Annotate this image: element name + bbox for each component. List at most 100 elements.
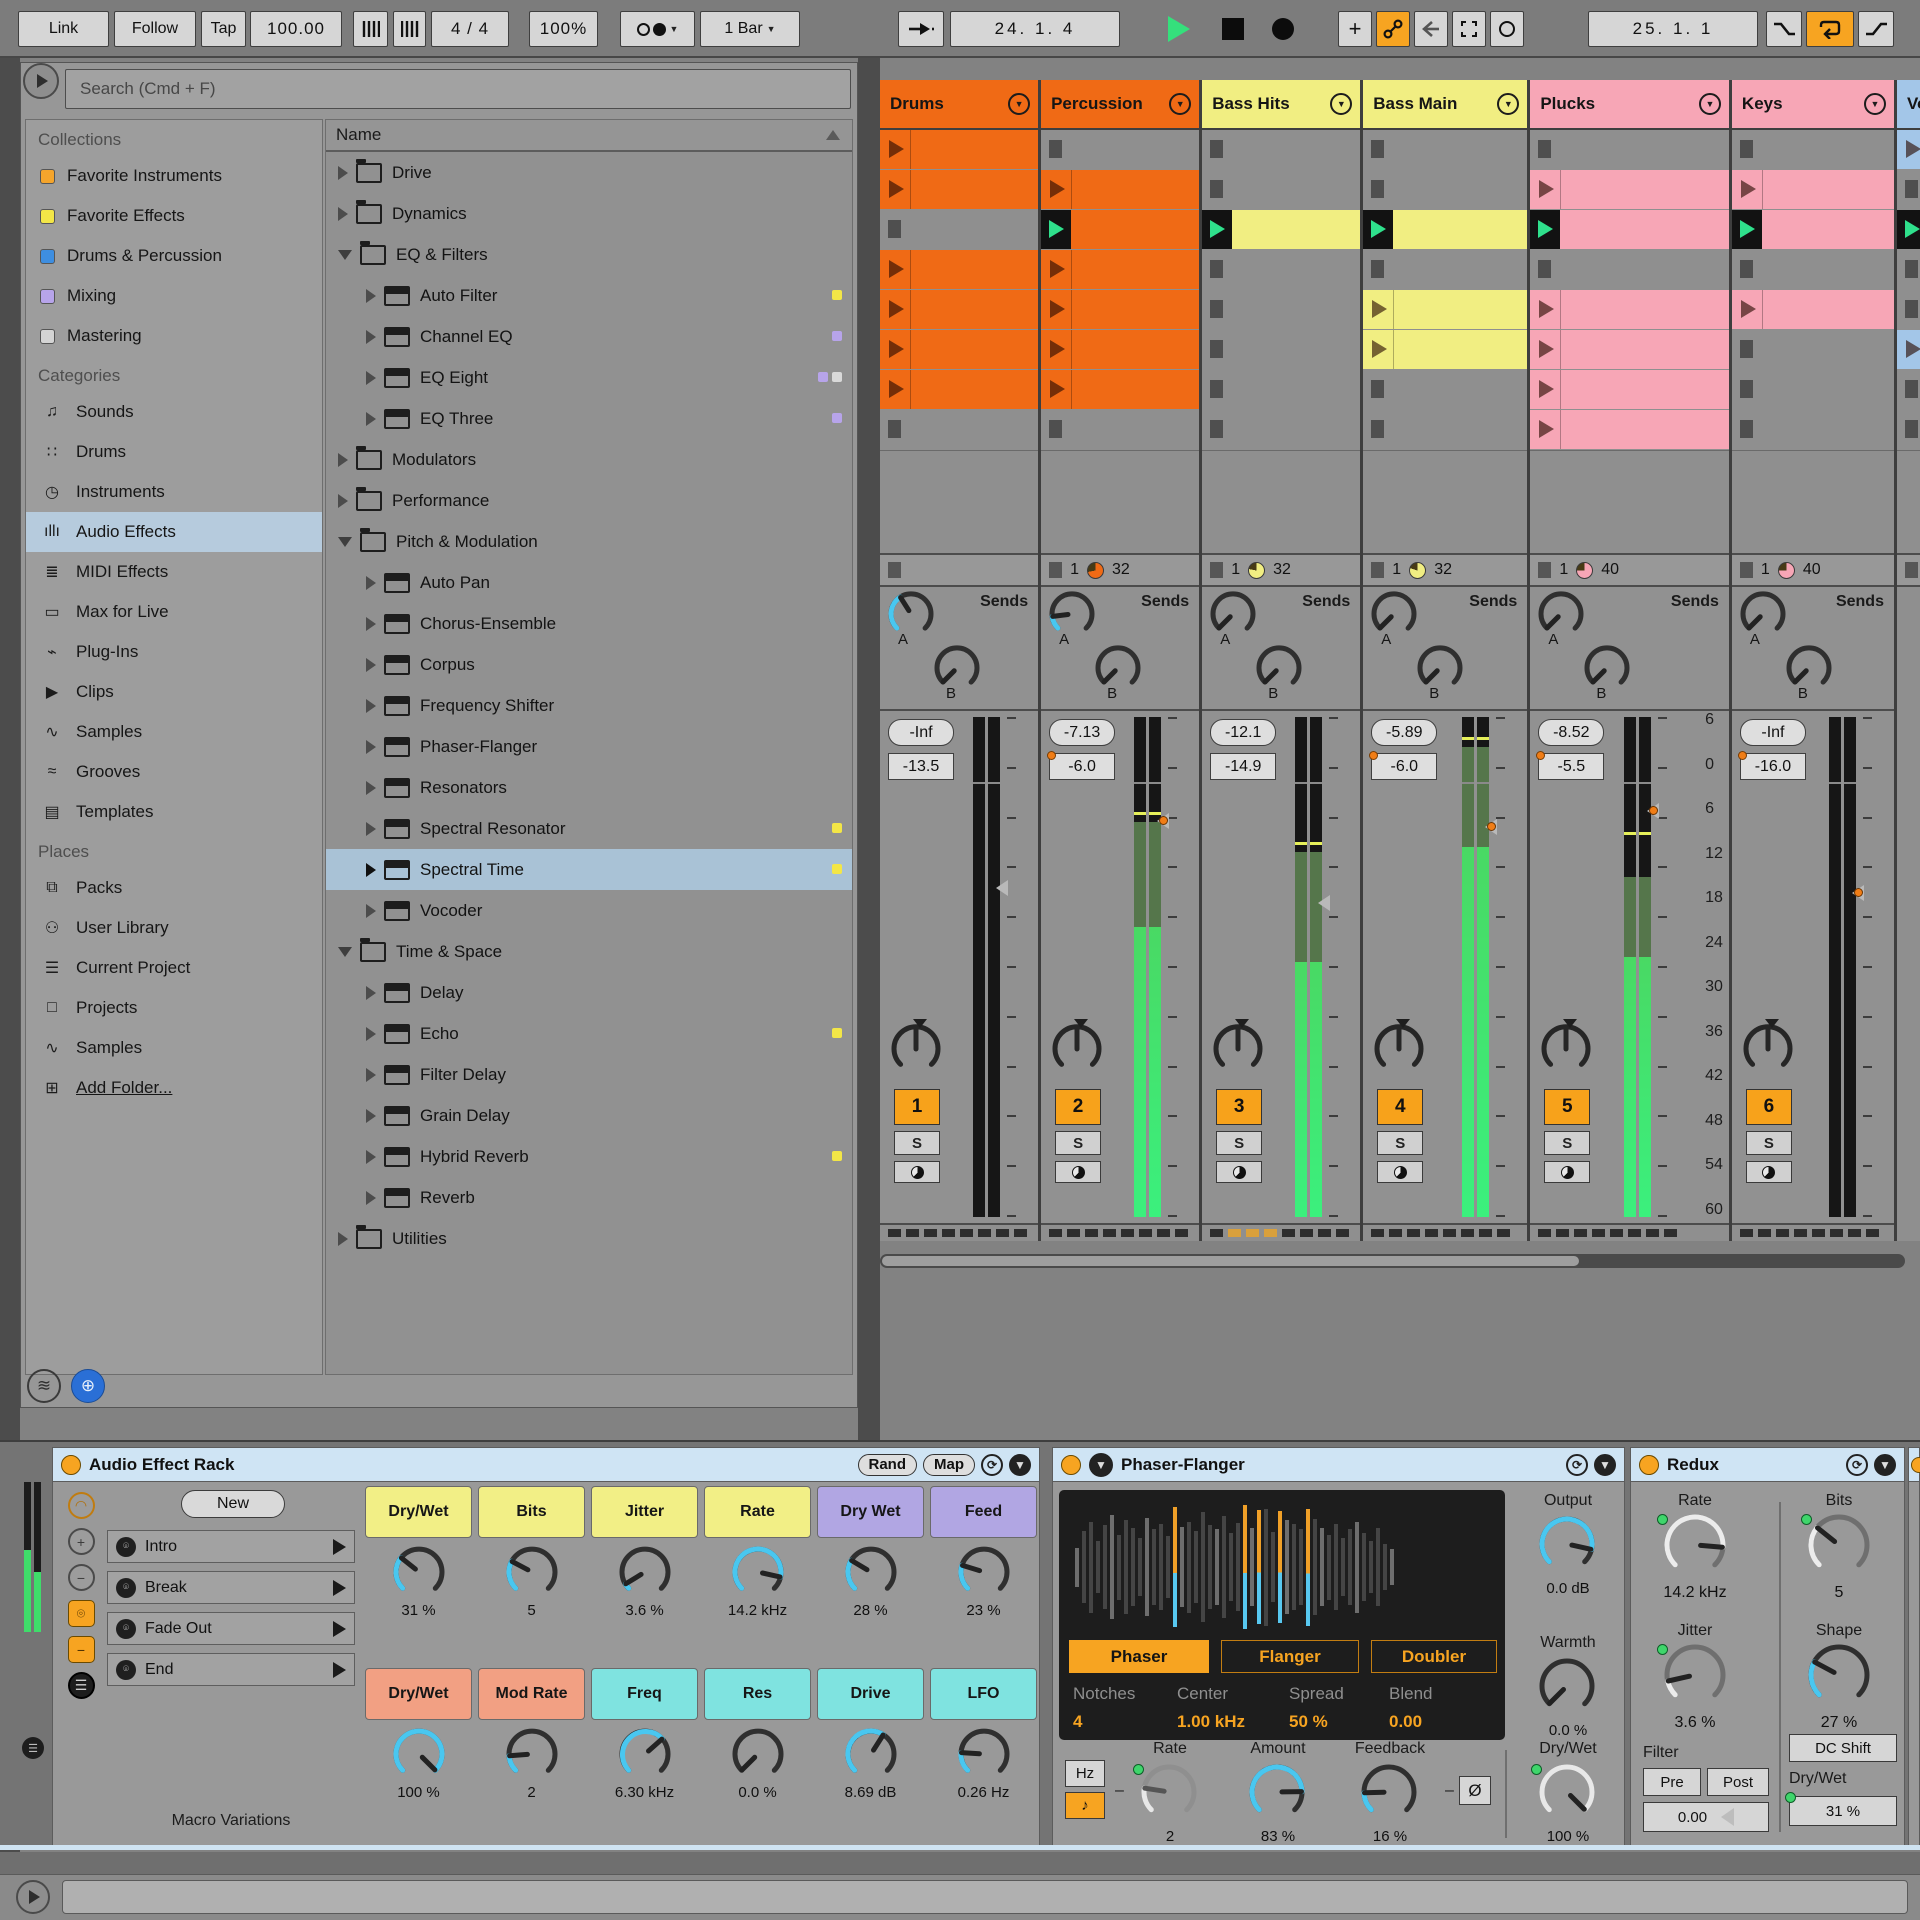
sidebar-item-mastering[interactable]: Mastering xyxy=(26,316,322,356)
expand-arrow-icon[interactable] xyxy=(366,986,376,1000)
track-record-button[interactable] xyxy=(1216,1161,1262,1183)
clip-slot[interactable] xyxy=(880,290,1038,329)
chain-launch-icon[interactable] xyxy=(333,1621,346,1637)
shape-knob[interactable] xyxy=(1806,1642,1872,1713)
clip-stop-icon[interactable] xyxy=(1049,420,1062,438)
sidebar-item-instruments[interactable]: ◷Instruments xyxy=(26,472,322,512)
sidebar-item-samples[interactable]: ∿Samples xyxy=(26,712,322,752)
scrollbar-thumb[interactable] xyxy=(882,1256,1579,1266)
expand-arrow-icon[interactable] xyxy=(338,494,348,508)
macro-knob[interactable] xyxy=(930,1726,1037,1782)
expand-arrow-icon[interactable] xyxy=(366,1068,376,1082)
clip-slot[interactable] xyxy=(1363,370,1527,409)
hot-swap-icon[interactable]: ⟳ xyxy=(1566,1454,1588,1476)
dry-wet-knob[interactable] xyxy=(1537,1762,1597,1827)
time-signature-field[interactable]: 4 / 4 xyxy=(431,11,509,47)
tree-item-channel-eq[interactable]: Channel EQ xyxy=(326,316,852,357)
status-preview-button[interactable] xyxy=(16,1880,50,1914)
macro-knob[interactable] xyxy=(704,1726,811,1782)
loop-start-field[interactable]: 25. 1. 1 xyxy=(1588,11,1758,47)
sidebar-item-add-folder-[interactable]: ⊞Add Folder... xyxy=(26,1068,322,1108)
clip-slot[interactable] xyxy=(1202,290,1360,329)
nudge-down-button[interactable] xyxy=(353,11,388,47)
clip-slot[interactable] xyxy=(1041,290,1199,329)
feedback-knob[interactable] xyxy=(1359,1762,1419,1827)
tree-item-performance[interactable]: Performance xyxy=(326,480,852,521)
macro-knob[interactable] xyxy=(591,1544,698,1600)
macro-knob[interactable] xyxy=(817,1544,924,1600)
clip-play-icon[interactable] xyxy=(1050,260,1065,278)
clip-slot[interactable] xyxy=(880,210,1038,249)
clip-slot[interactable] xyxy=(1897,130,1920,169)
clip-play-icon[interactable] xyxy=(889,260,904,278)
stop-all-clips-icon[interactable] xyxy=(1049,562,1062,578)
solo-button[interactable]: S xyxy=(1544,1131,1590,1155)
expand-arrow-icon[interactable] xyxy=(366,781,376,795)
sidebar-item-max-for-live[interactable]: ▭Max for Live xyxy=(26,592,322,632)
automation-arm-button[interactable] xyxy=(1490,11,1524,47)
clip-play-icon[interactable] xyxy=(889,140,904,158)
clip-slot[interactable] xyxy=(1202,170,1360,209)
fader-handle[interactable] xyxy=(1310,895,1330,911)
clip-slot[interactable] xyxy=(1732,290,1894,329)
clip-playing-icon[interactable] xyxy=(1371,220,1386,238)
tap-tempo-button[interactable]: Tap xyxy=(201,11,246,47)
stop-all-clips-icon[interactable] xyxy=(1371,562,1384,578)
fader-handle[interactable] xyxy=(1639,803,1659,819)
chain-list-icon[interactable]: ☰ xyxy=(68,1672,95,1699)
variation-minus-icon[interactable]: − xyxy=(68,1636,95,1663)
clip-play-icon[interactable] xyxy=(1372,300,1387,318)
follow-button[interactable]: Follow xyxy=(114,11,196,47)
track-record-button[interactable] xyxy=(894,1161,940,1183)
clip-slot[interactable] xyxy=(1732,330,1894,369)
clip-slot[interactable] xyxy=(1732,210,1894,249)
tree-item-eq-filters[interactable]: EQ & Filters xyxy=(326,234,852,275)
clip-play-icon[interactable] xyxy=(1050,300,1065,318)
expand-arrow-icon[interactable] xyxy=(366,740,376,754)
pan-knob[interactable] xyxy=(1212,1023,1264,1080)
session-horizontal-scrollbar[interactable] xyxy=(880,1254,1905,1268)
sidebar-item-midi-effects[interactable]: ≣MIDI Effects xyxy=(26,552,322,592)
sidebar-item-mixing[interactable]: Mixing xyxy=(26,276,322,316)
solo-button[interactable]: S xyxy=(894,1131,940,1155)
clip-play-icon[interactable] xyxy=(889,340,904,358)
clip-slot[interactable] xyxy=(1897,330,1920,369)
send-b-knob[interactable] xyxy=(1415,643,1465,698)
clip-stop-icon[interactable] xyxy=(1210,260,1223,278)
track-header[interactable]: Drums▼ xyxy=(880,80,1038,130)
stop-all-clips-icon[interactable] xyxy=(1538,562,1551,578)
clip-slot[interactable] xyxy=(880,130,1038,169)
sidebar-item-drums[interactable]: ∷Drums xyxy=(26,432,322,472)
follow-playback-button[interactable] xyxy=(898,11,944,47)
tree-item-delay[interactable]: Delay xyxy=(326,972,852,1013)
clip-slot[interactable] xyxy=(1732,170,1894,209)
device-fold-icon[interactable]: ▼ xyxy=(1089,1453,1113,1477)
clip-play-icon[interactable] xyxy=(1741,300,1756,318)
clip-slot[interactable] xyxy=(1202,370,1360,409)
clip-slot[interactable] xyxy=(1363,170,1527,209)
sidebar-item-sounds[interactable]: ♫Sounds xyxy=(26,392,322,432)
clip-slot[interactable] xyxy=(1202,210,1360,249)
clip-slot[interactable] xyxy=(1530,370,1729,409)
online-globe-icon[interactable]: ⊕ xyxy=(71,1369,105,1403)
collapse-arrow-icon[interactable] xyxy=(338,250,352,260)
sidebar-item-packs[interactable]: ⧉Packs xyxy=(26,868,322,908)
dc-shift-button[interactable]: DC Shift xyxy=(1789,1734,1897,1762)
expand-arrow-icon[interactable] xyxy=(338,453,348,467)
clip-slot[interactable] xyxy=(1897,370,1920,409)
clip-slot[interactable] xyxy=(1041,250,1199,289)
new-chain-button[interactable]: New xyxy=(181,1490,285,1518)
rate-knob[interactable] xyxy=(1662,1512,1728,1583)
groove-amount-field[interactable]: 100% xyxy=(529,11,598,47)
rack-rand-button[interactable]: Rand xyxy=(858,1454,918,1476)
track-number-button[interactable]: 4 xyxy=(1377,1089,1423,1125)
stop-all-clips-icon[interactable] xyxy=(1740,562,1753,578)
clip-slot[interactable] xyxy=(1530,130,1729,169)
remove-macro-icon[interactable]: − xyxy=(68,1564,95,1591)
clip-slot[interactable] xyxy=(1041,170,1199,209)
volume-field[interactable]: -6.0 xyxy=(1049,753,1115,780)
clip-slot[interactable] xyxy=(1041,330,1199,369)
sync-mode-button[interactable]: ♪ xyxy=(1065,1792,1105,1819)
empty-scene-area[interactable] xyxy=(1897,450,1920,553)
nudge-up-button[interactable] xyxy=(393,11,426,47)
